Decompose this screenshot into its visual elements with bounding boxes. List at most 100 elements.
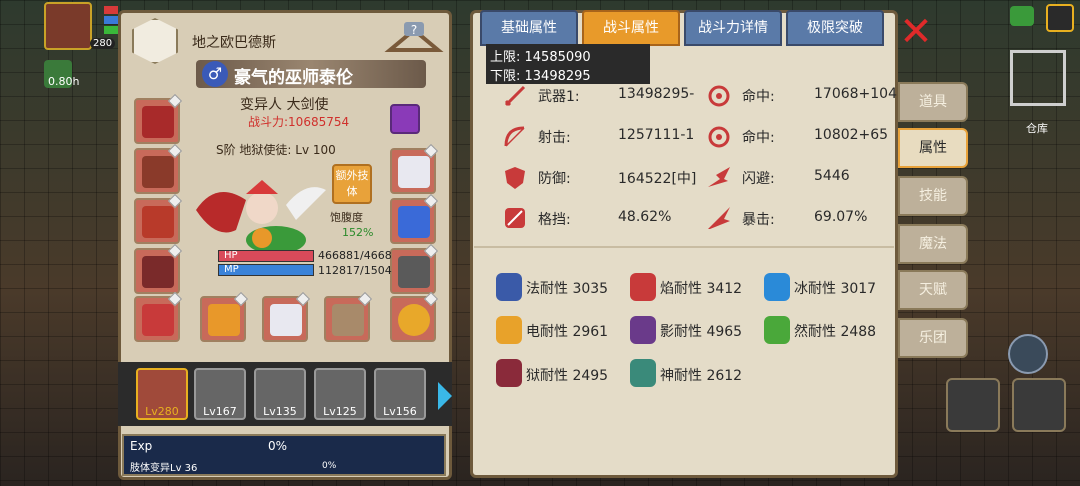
- stat-label-hit1: 命中:: [742, 89, 775, 105]
- stat-value-dodge: 5446: [814, 168, 850, 184]
- character-job: 变异人 大剑使: [240, 97, 329, 113]
- stat-value-defense: 164522[中]: [618, 171, 697, 187]
- equip-slot-glove[interactable]: [390, 143, 439, 194]
- mutation-value: 0%: [322, 461, 337, 471]
- storage-label: 仓库: [1026, 122, 1048, 135]
- exp-value: 0%: [268, 439, 288, 453]
- wing-cape-icon: [142, 206, 174, 238]
- satiety-label: 饱腹度: [330, 211, 363, 224]
- character-epithet: 地之欧巴德斯: [192, 35, 276, 51]
- resist-shadow: 影耐性 4965: [660, 324, 743, 340]
- side-tab-magic[interactable]: 魔法: [898, 224, 968, 264]
- glove-icon: [398, 156, 430, 188]
- expand-icon[interactable]: [1046, 4, 1074, 32]
- crit-icon: [708, 207, 730, 229]
- svg-text:?: ?: [411, 23, 417, 37]
- tab-combat-attributes[interactable]: 战斗属性: [582, 10, 680, 46]
- equip-slot-anchor[interactable]: [390, 193, 439, 244]
- stat-divider: [474, 246, 894, 248]
- wardrobe-hanger-icon[interactable]: ?: [384, 20, 444, 58]
- resist-hell: 狱耐性 2495: [526, 368, 609, 384]
- equip-slot-ring[interactable]: [390, 291, 439, 342]
- target-icon: [708, 85, 730, 107]
- equip-slot-weapon-arrow[interactable]: [262, 291, 311, 342]
- anchor-icon: [398, 206, 430, 238]
- equip-slot-armor[interactable]: [134, 243, 183, 294]
- equip-slot-belt[interactable]: [134, 291, 183, 342]
- party-member-3[interactable]: Lv135: [254, 368, 306, 420]
- hp-label: HP: [224, 250, 238, 261]
- tab-power-details[interactable]: 战斗力详情: [684, 10, 782, 46]
- side-tab-items[interactable]: 道具: [898, 82, 968, 122]
- stat-label-shoot: 射击:: [538, 130, 571, 146]
- equip-slot-weapon-staff[interactable]: [200, 291, 249, 342]
- stat-label-hit2: 命中:: [742, 130, 775, 146]
- network-icon: [1010, 6, 1034, 26]
- stat-label-defense: 防御:: [538, 171, 571, 187]
- exp-label: Exp: [130, 439, 153, 453]
- skill-gem-slot[interactable]: [390, 104, 420, 134]
- player-level-badge: 280: [90, 38, 116, 49]
- side-tab-talent[interactable]: 天赋: [898, 270, 968, 310]
- party-member-1[interactable]: Lv280: [136, 368, 188, 420]
- storage-map-icon[interactable]: [1010, 50, 1066, 106]
- mp-label: MP: [224, 264, 239, 275]
- magic-resist-icon: [496, 273, 522, 301]
- shadow-resist-icon: [630, 316, 656, 344]
- stat-value-hit1: 17068+104: [814, 86, 897, 102]
- equip-slot-helmet[interactable]: [134, 93, 183, 144]
- tab-basic-attributes[interactable]: 基础属性: [480, 10, 578, 46]
- hud-mp-bar: [104, 16, 118, 24]
- block-icon: [505, 208, 525, 228]
- close-icon[interactable]: ✕: [896, 12, 936, 52]
- mp-value: 112817/1504: [318, 264, 392, 277]
- resist-magic: 法耐性 3035: [526, 281, 609, 297]
- resist-divine: 神耐性 2612: [660, 368, 743, 384]
- hell-resist-icon: [496, 359, 522, 387]
- character-rank: S阶 地狱使徒: Lv 100: [216, 143, 336, 157]
- stat-value-block: 48.62%: [618, 209, 672, 225]
- side-tab-skills[interactable]: 技能: [898, 176, 968, 216]
- combat-power: 战斗力:10685754: [248, 115, 350, 129]
- extra-skill-button[interactable]: 额外技体: [332, 164, 372, 204]
- player-avatar[interactable]: [44, 2, 92, 50]
- lightning-resist-icon: [496, 316, 522, 344]
- nature-resist-icon: [764, 316, 790, 344]
- equip-slot-necklace[interactable]: [134, 143, 183, 194]
- resist-lightning: 电耐性 2961: [526, 324, 609, 340]
- fire-resist-icon: [630, 273, 656, 301]
- side-tab-attributes[interactable]: 属性: [898, 128, 968, 168]
- stat-value-crit: 69.07%: [814, 209, 868, 225]
- divine-resist-icon: [630, 359, 656, 387]
- armor-icon: [142, 256, 174, 288]
- party-member-5[interactable]: Lv156: [374, 368, 426, 420]
- side-tab-band[interactable]: 乐团: [898, 318, 968, 358]
- satiety-value: 152%: [342, 226, 374, 239]
- party-next-arrow-icon[interactable]: [438, 382, 452, 410]
- ring-icon: [398, 304, 430, 336]
- stat-value-weapon1: 13498295-: [618, 86, 695, 102]
- equip-slot-weapon-bow[interactable]: [324, 291, 373, 342]
- bow-icon: [504, 126, 525, 147]
- party-member-4[interactable]: Lv125: [314, 368, 366, 420]
- shield-icon: [505, 167, 525, 189]
- bow-skill-button[interactable]: [1012, 378, 1066, 432]
- resist-nature: 然耐性 2488: [794, 324, 877, 340]
- damage-lower: 下限: 13498295: [490, 69, 591, 84]
- character-name: 豪气的巫师泰伦: [234, 68, 353, 88]
- hud-sp-bar: [104, 26, 118, 34]
- equip-slot-cape[interactable]: [134, 193, 183, 244]
- sword-skill-button[interactable]: [946, 378, 1000, 432]
- male-gender-icon: ♂: [202, 61, 228, 87]
- equip-slot-boots[interactable]: [390, 243, 439, 294]
- necklace-icon: [142, 156, 174, 188]
- character-sprite: [196, 180, 326, 254]
- party-member-2[interactable]: Lv167: [194, 368, 246, 420]
- hp-value: 466881/4668: [318, 249, 392, 262]
- stat-label-weapon1: 武器1:: [538, 89, 580, 105]
- settings-gear-icon[interactable]: [1008, 334, 1048, 374]
- resist-fire: 焰耐性 3412: [660, 281, 743, 297]
- tab-limit-break[interactable]: 极限突破: [786, 10, 884, 46]
- ice-resist-icon: [764, 273, 790, 301]
- arrow-icon: [270, 304, 302, 336]
